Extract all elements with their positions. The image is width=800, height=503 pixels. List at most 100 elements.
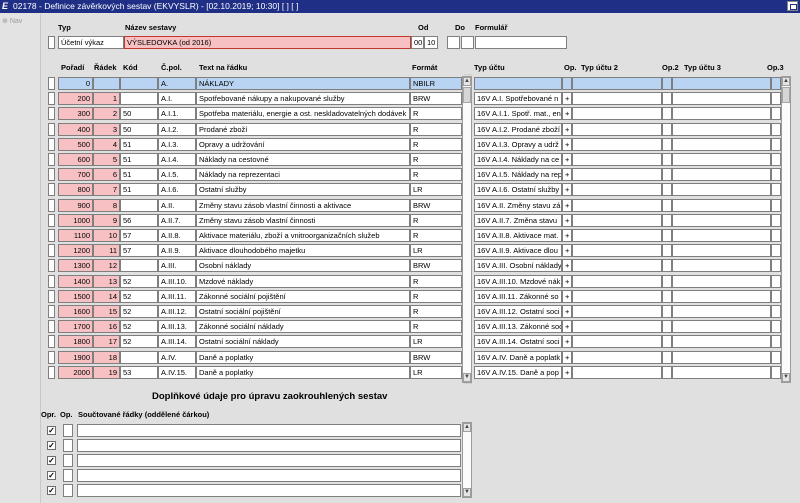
- op-cell[interactable]: +: [562, 107, 572, 121]
- typ-uctu-cell[interactable]: 16V A.III. Osobní náklady: [474, 259, 562, 273]
- op3-cell[interactable]: [771, 77, 781, 90]
- typ-uctu2-cell[interactable]: [572, 107, 662, 121]
- op2-cell[interactable]: [662, 198, 672, 212]
- typ-uctu2-cell[interactable]: [572, 350, 662, 364]
- op3-cell[interactable]: [771, 305, 781, 318]
- text-cell[interactable]: Opravy a udržování: [196, 137, 410, 151]
- typ-uctu3-cell[interactable]: [672, 244, 771, 258]
- row-marker[interactable]: [48, 350, 55, 364]
- format-cell[interactable]: R: [410, 137, 462, 151]
- cpol-cell[interactable]: A.I.2.: [158, 122, 196, 136]
- text-cell[interactable]: Změny stavu zásob vlastní činnosti: [196, 213, 410, 227]
- opr-checkbox[interactable]: ✓: [47, 426, 56, 435]
- text-cell[interactable]: Spotřeba materiálu, energie a ost. neskl…: [196, 107, 410, 121]
- op2-cell[interactable]: [662, 183, 672, 197]
- typ-uctu3-cell[interactable]: [672, 259, 771, 273]
- kod-cell[interactable]: [120, 92, 158, 106]
- bottom-scrollbar[interactable]: ▲ ▼: [462, 422, 472, 498]
- typ-uctu-cell[interactable]: 16V A.III.14. Ostatní soci: [474, 335, 562, 349]
- row-marker[interactable]: [48, 153, 55, 166]
- kod-cell[interactable]: [120, 198, 158, 212]
- op3-cell[interactable]: [771, 244, 781, 258]
- row-marker[interactable]: [48, 137, 55, 151]
- cpol-cell[interactable]: A.I.3.: [158, 137, 196, 151]
- op2-cell[interactable]: [662, 274, 672, 288]
- sum-rows-field[interactable]: [77, 469, 461, 482]
- op3-cell[interactable]: [771, 107, 781, 121]
- kod-cell[interactable]: 52: [120, 320, 158, 334]
- cpol-cell[interactable]: A.III.10.: [158, 274, 196, 288]
- opr-checkbox[interactable]: ✓: [47, 456, 56, 465]
- cpol-cell[interactable]: A.III.14.: [158, 335, 196, 349]
- text-cell[interactable]: Změny stavu zásob vlastní činnosti a akt…: [196, 198, 410, 212]
- to-field-b[interactable]: [461, 36, 474, 49]
- op-field[interactable]: [63, 484, 73, 497]
- op3-cell[interactable]: [771, 92, 781, 106]
- kod-cell[interactable]: 53: [120, 365, 158, 379]
- kod-cell[interactable]: 52: [120, 305, 158, 318]
- row-marker[interactable]: [48, 229, 55, 242]
- row-marker[interactable]: [48, 259, 55, 273]
- radek-cell[interactable]: 18: [93, 350, 120, 364]
- op3-cell[interactable]: [771, 365, 781, 379]
- typ-uctu3-cell[interactable]: [672, 289, 771, 303]
- format-cell[interactable]: R: [410, 122, 462, 136]
- poradi-cell[interactable]: 600: [58, 153, 93, 166]
- typ-uctu3-cell[interactable]: [672, 183, 771, 197]
- radek-cell[interactable]: 6: [93, 168, 120, 182]
- radek-cell[interactable]: 19: [93, 365, 120, 379]
- op-field[interactable]: [63, 439, 73, 452]
- typ-uctu2-cell[interactable]: [572, 320, 662, 334]
- form-field[interactable]: [475, 36, 567, 49]
- typ-uctu3-cell[interactable]: [672, 229, 771, 242]
- text-cell[interactable]: Spotřebované nákupy a nakupované služby: [196, 92, 410, 106]
- typ-uctu2-cell[interactable]: [572, 122, 662, 136]
- scroll-up-icon[interactable]: ▲: [463, 77, 471, 86]
- cpol-cell[interactable]: A.II.9.: [158, 244, 196, 258]
- sum-rows-field[interactable]: [77, 454, 461, 467]
- op-field[interactable]: [63, 454, 73, 467]
- radek-cell[interactable]: 11: [93, 244, 120, 258]
- typ-uctu3-cell[interactable]: [672, 153, 771, 166]
- format-cell[interactable]: R: [410, 168, 462, 182]
- scroll-thumb[interactable]: [463, 87, 471, 103]
- cpol-cell[interactable]: A.II.7.: [158, 213, 196, 227]
- op-field[interactable]: [63, 424, 73, 437]
- format-cell[interactable]: BRW: [410, 92, 462, 106]
- op2-cell[interactable]: [662, 229, 672, 242]
- kod-cell[interactable]: 57: [120, 229, 158, 242]
- op2-cell[interactable]: [662, 153, 672, 166]
- typ-uctu-cell[interactable]: 16V A.II.7. Změna stavu: [474, 213, 562, 227]
- typ-uctu-cell[interactable]: 16V A.I.2. Prodané zboží: [474, 122, 562, 136]
- text-cell[interactable]: Náklady na cestovné: [196, 153, 410, 166]
- cpol-cell[interactable]: A.III.: [158, 259, 196, 273]
- typ-uctu2-cell[interactable]: [572, 153, 662, 166]
- format-cell[interactable]: BRW: [410, 350, 462, 364]
- kod-cell[interactable]: 50: [120, 107, 158, 121]
- poradi-cell[interactable]: 200: [58, 92, 93, 106]
- row-marker[interactable]: [48, 335, 55, 349]
- op3-cell[interactable]: [771, 153, 781, 166]
- poradi-cell[interactable]: 1700: [58, 320, 93, 334]
- typ-uctu3-cell[interactable]: [672, 122, 771, 136]
- cpol-cell[interactable]: A.III.11.: [158, 289, 196, 303]
- from-field-a[interactable]: 00: [411, 36, 424, 49]
- op2-cell[interactable]: [662, 92, 672, 106]
- row-marker[interactable]: [48, 77, 55, 90]
- typ-uctu-cell[interactable]: 16V A.II.8. Aktivace mat.: [474, 229, 562, 242]
- kod-cell[interactable]: [120, 350, 158, 364]
- format-cell[interactable]: BRW: [410, 259, 462, 273]
- op2-cell[interactable]: [662, 77, 672, 90]
- kod-cell[interactable]: 52: [120, 289, 158, 303]
- poradi-cell[interactable]: 700: [58, 168, 93, 182]
- radek-cell[interactable]: 3: [93, 122, 120, 136]
- typ-uctu3-cell[interactable]: [672, 198, 771, 212]
- text-cell[interactable]: Daně a poplatky: [196, 350, 410, 364]
- typ-uctu2-cell[interactable]: [572, 305, 662, 318]
- kod-cell[interactable]: 51: [120, 183, 158, 197]
- text-cell[interactable]: Aktivace materiálu, zboží a vnitroorgani…: [196, 229, 410, 242]
- op-cell[interactable]: +: [562, 137, 572, 151]
- typ-uctu-cell[interactable]: 16V A.IV.15. Daně a pop: [474, 365, 562, 379]
- op2-cell[interactable]: [662, 107, 672, 121]
- poradi-cell[interactable]: 0: [58, 77, 93, 90]
